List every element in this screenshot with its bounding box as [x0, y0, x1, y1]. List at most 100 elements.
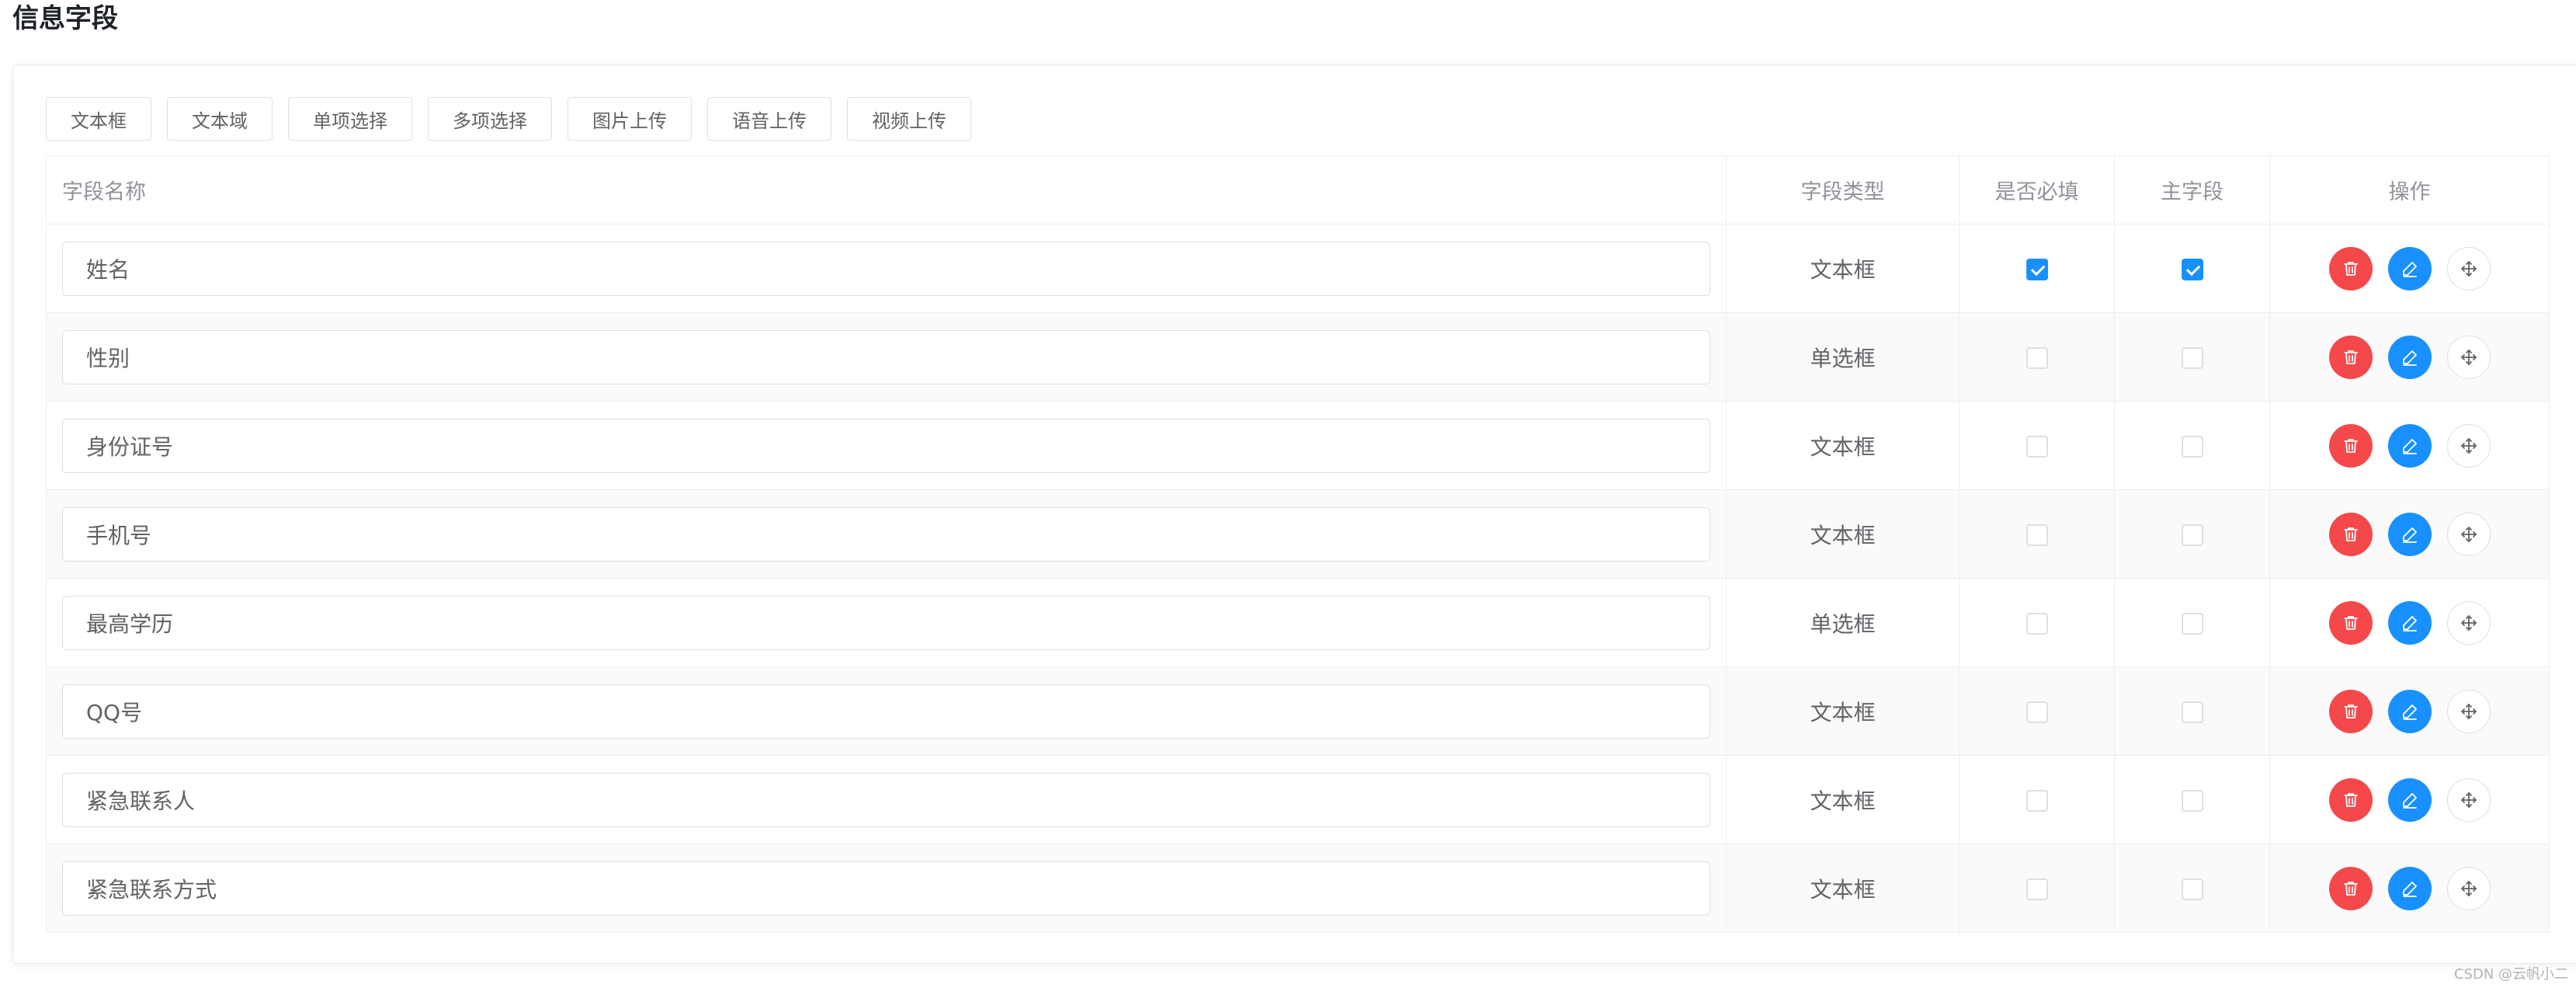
required-checkbox[interactable] [2026, 436, 2048, 457]
add-textarea-field-button[interactable]: 文本域 [167, 97, 273, 141]
required-cell [1959, 312, 2115, 402]
trash-icon [2343, 261, 2358, 276]
table-row: 文本框 [46, 401, 2550, 490]
required-checkbox[interactable] [2026, 347, 2048, 369]
required-checkbox[interactable] [2026, 878, 2048, 900]
field-type-cell: 单选框 [1726, 312, 1960, 402]
primary-field-checkbox[interactable] [2181, 259, 2203, 280]
add-single-choice-button[interactable]: 单项选择 [288, 97, 412, 141]
field-name-cell [46, 312, 1727, 402]
primary-cell [2114, 844, 2270, 933]
trash-icon [2343, 615, 2358, 630]
delete-button[interactable] [2328, 512, 2373, 556]
move-button[interactable] [2446, 423, 2491, 468]
primary-field-checkbox[interactable] [2181, 613, 2203, 635]
required-checkbox[interactable] [2026, 701, 2048, 723]
delete-button[interactable] [2328, 866, 2373, 910]
add-audio-upload-button[interactable]: 语音上传 [707, 97, 831, 141]
edit-button[interactable] [2387, 600, 2432, 645]
field-name-input[interactable] [62, 418, 1710, 473]
required-cell [1959, 578, 2115, 667]
pencil-icon [2402, 615, 2417, 631]
operations-cell [2269, 578, 2550, 667]
row-actions [2270, 778, 2549, 822]
edit-button[interactable] [2387, 335, 2432, 379]
move-button[interactable] [2446, 512, 2491, 556]
primary-cell [2114, 578, 2270, 667]
edit-button[interactable] [2387, 246, 2432, 290]
add-multi-choice-button[interactable]: 多项选择 [428, 97, 552, 141]
move-button[interactable] [2446, 246, 2491, 290]
header-primary-field: 主字段 [2114, 155, 2270, 224]
required-checkbox[interactable] [2026, 259, 2048, 280]
pencil-icon [2402, 881, 2417, 897]
required-cell [1959, 755, 2115, 844]
field-name-input[interactable] [62, 861, 1710, 916]
row-actions [2270, 866, 2549, 910]
operations-cell [2269, 224, 2550, 313]
field-name-cell [46, 489, 1727, 579]
add-video-upload-button[interactable]: 视频上传 [847, 97, 971, 141]
required-checkbox[interactable] [2026, 524, 2048, 546]
primary-field-checkbox[interactable] [2181, 436, 2203, 457]
field-name-input[interactable] [62, 241, 1710, 296]
move-button[interactable] [2446, 689, 2491, 733]
trash-icon [2343, 792, 2358, 807]
primary-field-checkbox[interactable] [2181, 701, 2203, 723]
edit-button[interactable] [2387, 866, 2432, 910]
operations-cell [2269, 312, 2550, 402]
move-button[interactable] [2446, 600, 2491, 645]
move-icon [2460, 880, 2477, 896]
trash-icon [2343, 527, 2358, 541]
table-header-row: 字段名称 字段类型 是否必填 主字段 操作 [46, 155, 2550, 224]
pencil-icon [2402, 527, 2417, 543]
table-row: 文本框 [46, 224, 2550, 313]
field-name-input[interactable] [62, 506, 1710, 562]
edit-button[interactable] [2387, 778, 2432, 822]
required-checkbox[interactable] [2026, 613, 2048, 635]
delete-button[interactable] [2328, 778, 2373, 822]
operations-cell [2269, 489, 2550, 579]
field-name-input[interactable] [62, 772, 1710, 827]
primary-field-checkbox[interactable] [2181, 878, 2203, 900]
edit-button[interactable] [2387, 512, 2432, 556]
required-checkbox[interactable] [2026, 790, 2048, 812]
move-button[interactable] [2446, 778, 2491, 822]
row-actions [2270, 246, 2549, 290]
move-icon [2460, 614, 2477, 631]
edit-button[interactable] [2387, 423, 2432, 468]
field-name-input[interactable] [62, 684, 1710, 739]
primary-cell [2114, 755, 2270, 844]
primary-field-checkbox[interactable] [2181, 524, 2203, 546]
field-name-input[interactable] [62, 595, 1710, 650]
required-cell [1959, 401, 2115, 490]
page-title: 信息字段 [12, 3, 118, 34]
table-row: 单选框 [46, 578, 2550, 667]
move-button[interactable] [2446, 866, 2491, 910]
delete-button[interactable] [2328, 689, 2373, 733]
move-button[interactable] [2446, 335, 2491, 379]
required-cell [1959, 224, 2115, 313]
primary-cell [2114, 401, 2270, 490]
delete-button[interactable] [2328, 423, 2373, 468]
primary-field-checkbox[interactable] [2181, 347, 2203, 369]
delete-button[interactable] [2328, 335, 2373, 379]
field-name-input[interactable] [62, 329, 1710, 384]
delete-button[interactable] [2328, 600, 2373, 645]
delete-button[interactable] [2328, 246, 2373, 290]
field-name-cell [46, 224, 1727, 313]
header-field-type: 字段类型 [1726, 155, 1960, 224]
field-type-cell: 文本框 [1726, 401, 1960, 490]
primary-field-checkbox[interactable] [2181, 790, 2203, 812]
operations-cell [2269, 666, 2550, 756]
add-image-upload-button[interactable]: 图片上传 [568, 97, 692, 141]
table-row: 文本框 [46, 489, 2550, 579]
add-text-field-button[interactable]: 文本框 [46, 97, 151, 141]
field-type-cell: 文本框 [1726, 224, 1960, 313]
row-actions [2270, 689, 2549, 733]
trash-icon [2343, 350, 2358, 364]
table-row: 文本框 [46, 755, 2550, 844]
fields-card: 文本框 文本域 单项选择 多项选择 图片上传 语音上传 视频上传 字段名称 字段… [12, 64, 2576, 964]
edit-button[interactable] [2387, 689, 2432, 733]
primary-cell [2114, 312, 2270, 402]
